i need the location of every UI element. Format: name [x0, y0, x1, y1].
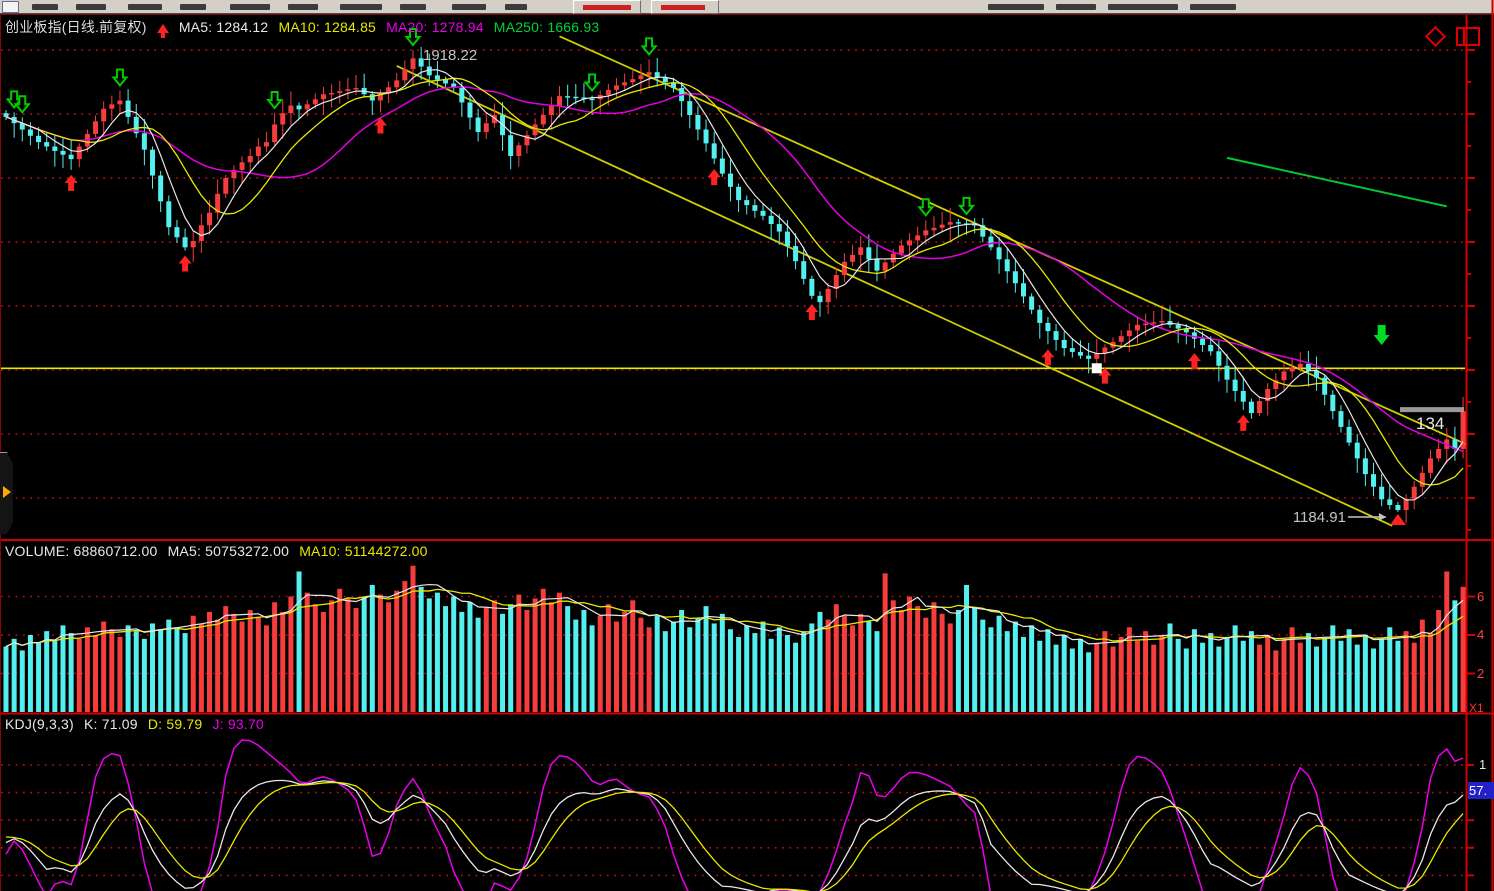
- kdj-header: KDJ(9,3,3) K: 71.09 D: 59.79 J: 93.70: [5, 716, 270, 732]
- buy-signal-arrow: [708, 169, 721, 185]
- buy-signal-arrow: [179, 255, 192, 271]
- low-point-triangle: [1390, 514, 1406, 525]
- kdj-k-line: [6, 780, 1463, 891]
- ma10-value: MA10: 1284.85: [278, 19, 376, 35]
- split-window-icon[interactable]: [1456, 27, 1480, 46]
- volume-header: VOLUME: 68860712.00 MA5: 50753272.00 MA1…: [5, 543, 434, 559]
- volume-axis-label-60m: 6: [1477, 589, 1484, 604]
- volume-axis-label-40m: 4: [1477, 627, 1484, 642]
- chart-canvas[interactable]: 1918.22 1184.91 134: [0, 0, 1494, 891]
- last-price-tag-bar: [1400, 407, 1464, 412]
- expand-arrow-icon: [3, 486, 11, 498]
- symbol-title: 创业板指(日线.前复权): [5, 19, 147, 35]
- sell-signal-arrow: [919, 199, 932, 215]
- volume-value: VOLUME: 68860712.00: [5, 543, 157, 559]
- trendline-1: [560, 36, 1480, 450]
- volume-ma5-value: MA5: 50753272.00: [168, 543, 290, 559]
- buy-signal-arrow: [805, 304, 818, 320]
- trading-terminal-window: 1918.22 1184.91 134 创业板指(日线.前复权) MA5: 1284…: [0, 0, 1494, 891]
- white-square-marker: [1092, 363, 1102, 373]
- sell-signal-arrow: [113, 69, 126, 85]
- main-price-pane: [1, 36, 1479, 526]
- buy-signal-arrow: [1188, 353, 1201, 369]
- volume-axis-label-20m: 2: [1477, 666, 1484, 681]
- kdj-pane: [6, 740, 1463, 891]
- kdj-j-value: J: 93.70: [213, 716, 264, 732]
- trendline-2: [397, 66, 1393, 526]
- kdj-name: KDJ(9,3,3): [5, 716, 74, 732]
- ma5-value: MA5: 1284.12: [179, 19, 269, 35]
- kdj-j-line: [6, 740, 1463, 891]
- kdj-axis-label-100: 1: [1479, 757, 1486, 772]
- left-panel-expand-handle[interactable]: [0, 452, 14, 536]
- sell-signal-arrow: [643, 38, 656, 54]
- candlestick-layer: [4, 47, 1466, 523]
- trend-up-arrow-icon: [157, 24, 169, 33]
- last-price-tag-text: 134: [1416, 414, 1444, 433]
- kdj-current-value-box: 57.: [1468, 782, 1494, 799]
- high-price-label: 1918.22: [423, 47, 477, 64]
- gridlines: [1, 50, 1465, 875]
- ma250-line: [1227, 158, 1447, 207]
- sell-signal-arrow: [960, 198, 973, 214]
- sell-signal-arrow: [586, 74, 599, 90]
- main-chart-header: 创业板指(日线.前复权) MA5: 1284.12 MA10: 1284.85 …: [5, 17, 605, 37]
- kdj-d-value: D: 59.79: [148, 716, 203, 732]
- x-zoom-indicator: X1: [1469, 701, 1484, 715]
- kdj-d-line: [6, 782, 1463, 891]
- pane-frames: [0, 0, 1494, 891]
- volume-bars: [4, 566, 1466, 712]
- ma20-value: MA20: 1278.94: [386, 19, 484, 35]
- buy-signal-arrow: [1041, 349, 1054, 365]
- ma5-line: [6, 70, 1463, 500]
- buy-signal-arrow: [1237, 415, 1250, 431]
- volume-ma10-value: MA10: 51144272.00: [299, 543, 427, 559]
- kdj-k-value: K: 71.09: [84, 716, 138, 732]
- big-sell-arrow: [1374, 325, 1390, 345]
- volume-pane: [4, 566, 1466, 712]
- sell-signal-arrow: [268, 92, 281, 108]
- low-price-label: 1184.91: [1293, 509, 1346, 526]
- ma250-value: MA250: 1666.93: [494, 19, 600, 35]
- signal-markers: [8, 29, 1390, 431]
